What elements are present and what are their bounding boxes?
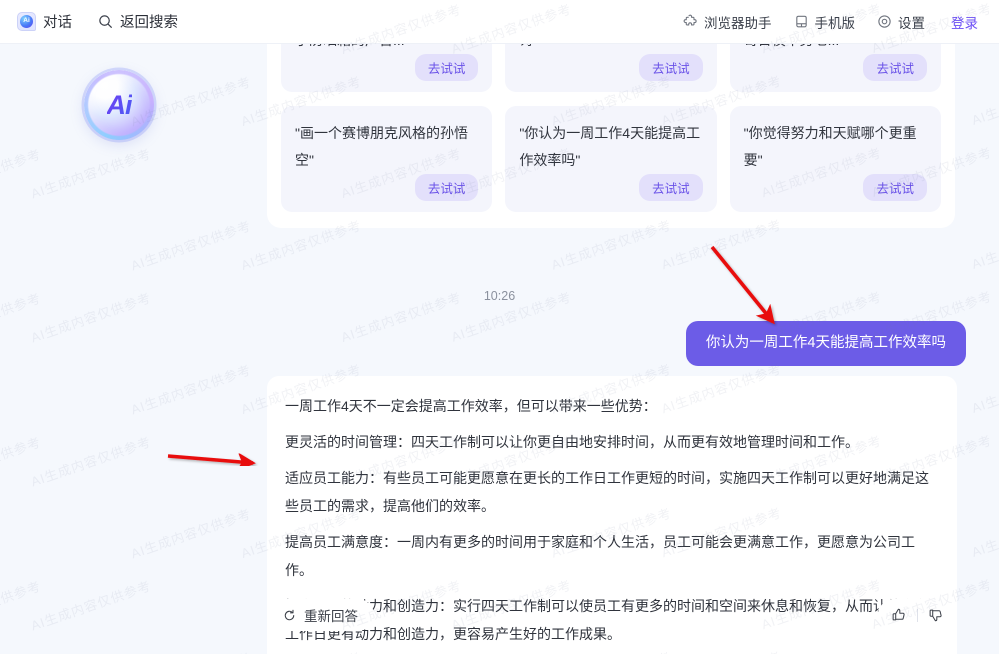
puzzle-icon xyxy=(683,14,698,29)
ai-logo-text: Ai xyxy=(20,15,33,28)
back-to-search-button[interactable]: 返回搜索 xyxy=(98,11,178,32)
prompt-card[interactable]: "你觉得努力和天赋哪个更重要" 去试试 xyxy=(729,106,941,212)
back-to-search-label: 返回搜索 xyxy=(120,15,178,31)
feedback-group xyxy=(878,599,957,631)
ai-sphere-avatar: Ai xyxy=(84,70,154,140)
prompt-card-footer: 去试试 xyxy=(295,174,479,201)
prompt-card-text: "你觉得努力和天赋哪个更重要" xyxy=(743,125,917,168)
browser-assistant-label: 浏览器助手 xyxy=(704,15,772,31)
prompt-card-text: "画一个赛博朋克风格的孙悟空" xyxy=(295,125,468,168)
thumbs-down-icon[interactable] xyxy=(928,607,944,623)
try-it-button[interactable]: 去试试 xyxy=(863,54,927,81)
app-header: Ai 对话 返回搜索 浏览器助手 手机版 设置 登录 xyxy=(0,0,999,44)
settings-button[interactable]: 设置 xyxy=(877,12,925,32)
prompt-card-footer: 去试试 xyxy=(744,174,927,201)
assistant-paragraph: 更灵活的时间管理：四天工作制可以让你更自由地安排时间，从而更有效地管理时间和工作… xyxy=(285,434,859,450)
try-it-button[interactable]: 去试试 xyxy=(863,174,927,201)
user-message-bubble: 你认为一周工作4天能提高工作效率吗 xyxy=(685,321,966,366)
regenerate-button[interactable]: 重新回答 xyxy=(267,599,374,631)
assistant-paragraph: 一周工作4天不一定会提高工作效率，但可以带来一些优势： xyxy=(285,398,657,414)
chat-scroll-area[interactable]: Ai 以日升途口为背景，写一篇关于防晒霜的广告... 去试试 以湖光水色为开头写… xyxy=(0,0,999,654)
brand-label: 对话 xyxy=(43,15,72,31)
gear-icon xyxy=(877,14,892,29)
browser-assistant-button[interactable]: 浏览器助手 xyxy=(683,12,772,32)
user-message-row: 你认为一周工作4天能提高工作效率吗 xyxy=(267,321,966,366)
try-it-button[interactable]: 去试试 xyxy=(414,54,479,81)
header-left-group: Ai 对话 返回搜索 xyxy=(0,11,178,32)
try-it-button[interactable]: 去试试 xyxy=(639,54,703,81)
thumbs-up-icon[interactable] xyxy=(891,607,907,623)
assistant-paragraph: 提高员工满意度：一周内有更多的时间用于家庭和个人生活，员工可能会更满意工作，更愿… xyxy=(285,534,915,578)
search-icon xyxy=(98,14,113,29)
regenerate-label: 重新回答 xyxy=(304,609,358,624)
ai-logo-icon: Ai xyxy=(17,12,36,31)
prompt-card[interactable]: "画一个赛博朋克风格的孙悟空" 去试试 xyxy=(281,106,493,212)
mobile-icon xyxy=(794,14,809,29)
chat-app-window: Ai 对话 返回搜索 浏览器助手 手机版 设置 登录 Ai 去试试 去试试 去试… xyxy=(0,0,999,654)
ai-sphere-label: Ai xyxy=(106,89,133,120)
prompt-card[interactable]: "你认为一周工作4天能提高工作效率吗" 去试试 xyxy=(505,106,717,212)
mobile-version-button[interactable]: 手机版 xyxy=(794,12,856,32)
try-it-button[interactable]: 去试试 xyxy=(414,174,479,201)
header-right-group: 浏览器助手 手机版 设置 登录 xyxy=(683,12,999,32)
prompt-card-footer: 去试试 xyxy=(295,54,479,81)
prompt-card-footer: 去试试 xyxy=(519,54,703,81)
message-action-bar: 重新回答 xyxy=(267,599,957,631)
assistant-paragraph: 适应员工能力：有些员工可能更愿意在更长的工作日工作更短的时间，实施四天工作制可以… xyxy=(285,470,929,514)
login-button[interactable]: 登录 xyxy=(947,12,982,32)
feedback-divider xyxy=(917,608,918,622)
mobile-version-label: 手机版 xyxy=(814,15,856,31)
message-timestamp: 10:26 xyxy=(483,289,516,303)
settings-label: 设置 xyxy=(898,15,925,31)
prompt-card-footer: 去试试 xyxy=(744,54,927,81)
prompt-card-text: "你认为一周工作4天能提高工作效率吗" xyxy=(519,125,701,168)
brand-chat-tab[interactable]: Ai 对话 xyxy=(17,11,72,32)
refresh-icon xyxy=(283,609,296,622)
try-it-button[interactable]: 去试试 xyxy=(639,174,703,201)
prompt-card-footer: 去试试 xyxy=(519,174,703,201)
